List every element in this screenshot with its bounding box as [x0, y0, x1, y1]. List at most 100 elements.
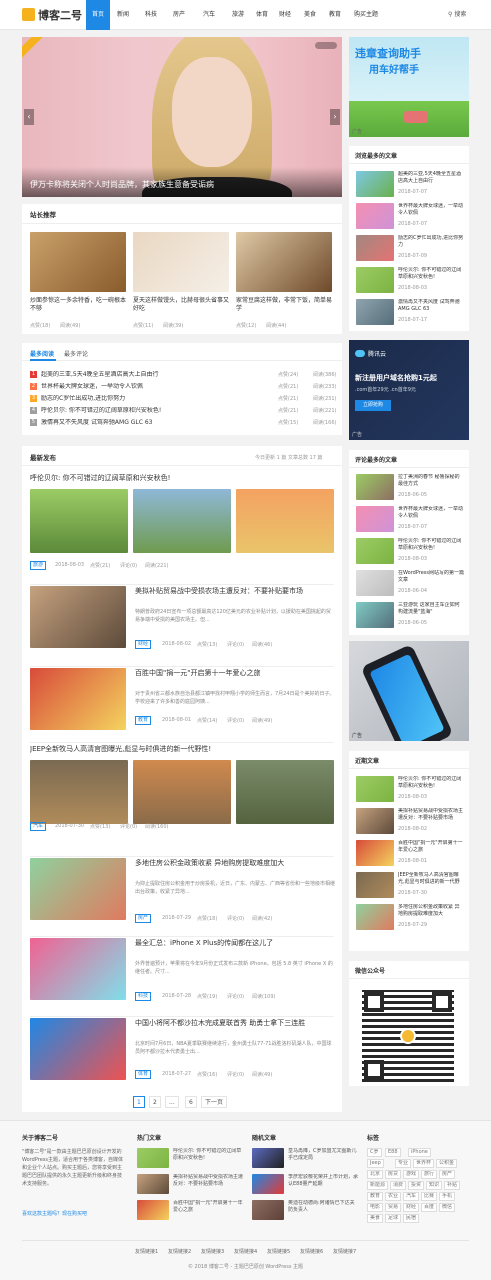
hero-prev-button[interactable]: ‹ [24, 109, 34, 125]
hero-next-button[interactable]: › [330, 109, 340, 125]
post-category-1[interactable]: 财经 [135, 640, 152, 649]
recent-thumb-3[interactable] [356, 872, 394, 898]
pager-item-4[interactable]: 下一页 [201, 1096, 228, 1108]
popular-thumb-2[interactable] [356, 235, 394, 261]
nav-item-7[interactable]: 财经 [276, 0, 294, 30]
footer-tag-1[interactable]: E88 [385, 1148, 401, 1157]
footer-link-1[interactable]: 友情链接2 [168, 1248, 191, 1255]
post-0-image-1[interactable] [133, 489, 231, 553]
footer-tag-2[interactable]: iPhone [408, 1148, 431, 1157]
site-logo-text[interactable]: 博客二号 [38, 7, 82, 23]
recommend-item-title-0[interactable]: 炒面参惊这一多余特香，吃一碗根本不够 [30, 297, 126, 313]
popular-item-title-3[interactable]: 呼伦贝尔: 你不可错过的辽阔草原和兴安秋色! [398, 267, 464, 281]
post-thumb-4[interactable] [30, 858, 126, 920]
pager-item-1[interactable]: 2 [149, 1096, 161, 1108]
footer-tag-19[interactable]: 汽车 [403, 1192, 420, 1201]
footer-tag-18[interactable]: 农业 [385, 1192, 402, 1201]
rank-item-title-0[interactable]: 超美的三亚,5天4晚全五星酒店高大上自由行 [41, 371, 241, 378]
comments-item-title-1[interactable]: 世界杯最大牌女球迷，一举动令人钦佩 [398, 506, 464, 520]
post-category-4[interactable]: 房产 [135, 914, 152, 923]
post-title-4[interactable]: 多地住房公积金政策收紧 异地购房提取难度加大 [135, 858, 335, 868]
footer-link-4[interactable]: 友情链接5 [267, 1248, 290, 1255]
recent-thumb-0[interactable] [356, 776, 394, 802]
footer-rand-title-1[interactable]: 李彦宏驳樱花荣并上市计划，承认E88量产延期 [288, 1174, 358, 1188]
pager-item-0[interactable]: 1 [133, 1096, 145, 1108]
popular-item-title-0[interactable]: 超美的三亚,5天4晚全五星酒店高大上自由行 [398, 171, 464, 185]
footer-tag-13[interactable]: 消费 [390, 1181, 407, 1190]
popular-thumb-3[interactable] [356, 267, 394, 293]
hero-dots[interactable] [315, 42, 337, 49]
footer-tag-25[interactable]: 百度 [421, 1203, 438, 1212]
popular-item-title-4[interactable]: 激情再又不夹风度 试驾奔驰AMG GLC 63 [398, 299, 464, 313]
comments-item-title-3[interactable]: 在WordPress网站写的第一篇文章 [398, 570, 464, 584]
footer-tag-23[interactable]: 贸易 [385, 1203, 402, 1212]
recommend-thumb-2[interactable] [236, 232, 332, 292]
footer-tag-26[interactable]: 微信 [439, 1203, 456, 1212]
nav-item-0[interactable]: 首页 [86, 0, 110, 30]
footer-tag-16[interactable]: 补贴 [444, 1181, 461, 1190]
popular-thumb-4[interactable] [356, 299, 394, 325]
rank-item-title-4[interactable]: 激情再又不失风度 试驾奔驰AMG GLC 63 [41, 419, 241, 426]
rank-item-title-3[interactable]: 呼伦贝尔: 你不可错过的辽阔草原和兴安秋色! [41, 407, 241, 414]
recent-item-title-4[interactable]: 多地住房公积金政策收紧 异地购房提取难度加大 [398, 904, 464, 918]
post-0-image-0[interactable] [30, 489, 128, 553]
nav-item-6[interactable]: 体育 [253, 0, 271, 30]
recent-thumb-4[interactable] [356, 904, 394, 930]
footer-tag-4[interactable]: 专业 [395, 1159, 412, 1168]
footer-tag-14[interactable]: 投资 [408, 1181, 425, 1190]
post-title-1[interactable]: 美拟补贴贸易战中受损农场主遭反对：不要补贴要市场 [135, 586, 335, 596]
ad-phone[interactable]: 广告 [349, 641, 469, 741]
footer-rand-thumb-0[interactable] [252, 1148, 284, 1168]
nav-item-2[interactable]: 科技 [140, 0, 162, 30]
pager-item-2[interactable]: ... [165, 1096, 179, 1108]
nav-item-10[interactable]: 购买主题 [350, 0, 382, 30]
post-category-0[interactable]: 旅游 [30, 561, 47, 570]
comments-item-title-2[interactable]: 呼伦贝尔: 你不可错过的辽阔草原和兴安秋色! [398, 538, 464, 552]
footer-hot-thumb-2[interactable] [137, 1200, 169, 1220]
nav-item-4[interactable]: 汽车 [197, 0, 221, 30]
recent-item-title-1[interactable]: 美拟补贴贸易战中受损农场主遭反对：不要补贴要市场 [398, 808, 464, 822]
recent-thumb-2[interactable] [356, 840, 394, 866]
recent-item-title-3[interactable]: JEEP全新牧马人高清官图曝光,彪显与时俱进的新一代野性! [398, 872, 464, 886]
rank-item-title-1[interactable]: 世界杯最大牌女球迷，一举动令人钦佩 [41, 383, 241, 390]
footer-rand-thumb-1[interactable] [252, 1174, 284, 1194]
footer-tag-29[interactable]: 民宿 [403, 1214, 420, 1223]
footer-hot-title-1[interactable]: 美拟补贴贸易战中受损农场主遭反对：不要补贴要市场 [173, 1174, 243, 1188]
comments-thumb-3[interactable] [356, 570, 394, 596]
ad-violation-query[interactable]: 违章查询助手 用车好帮手 广告 [349, 37, 469, 137]
comments-item-title-4[interactable]: 三亚游玩 这家自主车企如何构建流量"蓝海" [398, 602, 464, 616]
nav-item-3[interactable]: 房产 [167, 0, 191, 30]
footer-tag-17[interactable]: 教育 [367, 1192, 384, 1201]
footer-tag-11[interactable]: 房产 [439, 1170, 456, 1179]
post-title-0[interactable]: 呼伦贝尔: 你不可错过的辽阔草原和兴安秋色! [30, 473, 334, 483]
footer-tag-22[interactable]: 电影 [367, 1203, 384, 1212]
post-thumb-5[interactable] [30, 938, 126, 1000]
footer-link-6[interactable]: 友情链接7 [333, 1248, 356, 1255]
logo-icon[interactable] [22, 8, 35, 21]
post-3-image-1[interactable] [133, 760, 231, 824]
footer-tag-15[interactable]: 知识 [426, 1181, 443, 1190]
footer-rand-title-0[interactable]: 皇马再降，C罗加盟尤文图斯几乎已成定局 [288, 1148, 358, 1162]
comments-thumb-1[interactable] [356, 506, 394, 532]
footer-tag-28[interactable]: 足球 [385, 1214, 402, 1223]
footer-rand-title-2[interactable]: 奥迪在动德尚:阿诸情已下达关防负责人 [288, 1200, 358, 1214]
rank-item-title-2[interactable]: 励志的C罗忙出成功,进比你努力 [41, 395, 241, 402]
footer-link-2[interactable]: 友情链接3 [201, 1248, 224, 1255]
comments-item-title-0[interactable]: 拉丁美洲的春节 秘鲁探秘的最佳方式 [398, 474, 464, 488]
footer-hot-thumb-0[interactable] [137, 1148, 169, 1168]
recent-item-title-2[interactable]: 百胜中国"捐一元"开启第十一年爱心之旅 [398, 840, 464, 854]
footer-tag-7[interactable]: 北京 [367, 1170, 384, 1179]
footer-hot-thumb-1[interactable] [137, 1174, 169, 1194]
popular-item-title-2[interactable]: 励志的C罗忙出成功,进比你努力 [398, 235, 464, 249]
footer-rand-thumb-2[interactable] [252, 1200, 284, 1220]
ad-tencent-cloud[interactable]: 腾讯云 新注册用户域名抢购1元起 .com首年29元 .cn首年9元 立即抢购 … [349, 340, 469, 440]
footer-tag-0[interactable]: C罗 [367, 1148, 382, 1157]
recommend-thumb-0[interactable] [30, 232, 126, 292]
post-category-5[interactable]: 科技 [135, 992, 152, 1001]
post-category-6[interactable]: 体育 [135, 1070, 152, 1079]
post-title-3[interactable]: JEEP全新牧马人高清官图曝光,彪显与时俱进的新一代野性! [30, 744, 334, 754]
post-thumb-2[interactable] [30, 668, 126, 730]
tab-most-read[interactable]: 最多阅读 [30, 349, 54, 358]
footer-tag-10[interactable]: 旅行 [421, 1170, 438, 1179]
tab-most-comments[interactable]: 最多评论 [64, 349, 88, 358]
